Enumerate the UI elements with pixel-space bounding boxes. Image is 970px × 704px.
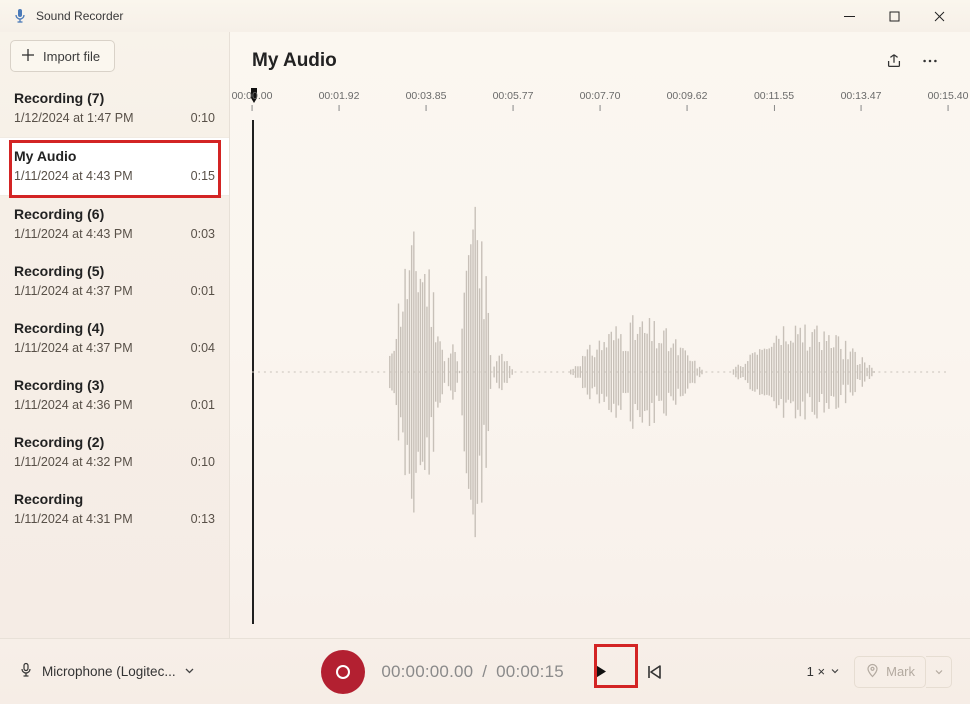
mark-dropdown-button[interactable] xyxy=(926,656,952,688)
recording-item-title: My Audio xyxy=(14,148,215,164)
recording-item-date: 1/11/2024 at 4:36 PM xyxy=(14,398,133,412)
recording-item-date: 1/11/2024 at 4:37 PM xyxy=(14,284,133,298)
waveform-area[interactable] xyxy=(252,120,948,624)
recording-item-date: 1/12/2024 at 1:47 PM xyxy=(14,111,134,125)
mark-button[interactable]: Mark xyxy=(854,656,926,688)
recording-item-duration: 0:15 xyxy=(191,169,215,183)
location-pin-icon xyxy=(865,663,880,681)
recording-item-title: Recording (7) xyxy=(14,90,215,106)
recording-item[interactable]: Recording (7) 1/12/2024 at 1:47 PM 0:10 xyxy=(0,80,229,137)
ruler-tick: 00:15.40 xyxy=(928,90,969,111)
player-toolbar: Microphone (Logitec... 00:00:00.00 / 00:… xyxy=(0,638,970,704)
playback-speed-button[interactable]: 1 × xyxy=(799,658,848,685)
recording-item-title: Recording xyxy=(14,491,215,507)
recording-item-title: Recording (2) xyxy=(14,434,215,450)
import-file-button[interactable]: Import file xyxy=(10,40,115,72)
recording-item[interactable]: Recording (2) 1/11/2024 at 4:32 PM 0:10 xyxy=(0,424,229,481)
recording-item[interactable]: My Audio 1/11/2024 at 4:43 PM 0:15 xyxy=(0,137,229,196)
ruler-tick: 00:13.47 xyxy=(841,90,882,111)
chevron-down-icon xyxy=(184,664,195,679)
recording-item-duration: 0:10 xyxy=(191,111,215,125)
record-icon xyxy=(336,665,350,679)
recording-item-date: 1/11/2024 at 4:32 PM xyxy=(14,455,133,469)
ruler-tick: 00:11.55 xyxy=(754,90,794,111)
recording-item-duration: 0:10 xyxy=(191,455,215,469)
time-separator: / xyxy=(482,662,487,681)
ruler-tick: 00:00.00 xyxy=(232,90,273,111)
recording-item-duration: 0:01 xyxy=(191,284,215,298)
window-maximize-button[interactable] xyxy=(872,0,917,32)
mic-label: Microphone (Logitec... xyxy=(42,664,176,679)
app-title: Sound Recorder xyxy=(36,9,123,23)
record-button[interactable] xyxy=(321,650,365,694)
recording-item-title: Recording (4) xyxy=(14,320,215,336)
recording-item[interactable]: Recording (3) 1/11/2024 at 4:36 PM 0:01 xyxy=(0,367,229,424)
microphone-icon xyxy=(18,662,34,681)
recording-item-duration: 0:01 xyxy=(191,398,215,412)
recording-item-date: 1/11/2024 at 4:43 PM xyxy=(14,227,133,241)
recording-title: My Audio xyxy=(252,50,337,72)
import-label: Import file xyxy=(43,49,100,64)
play-button[interactable] xyxy=(580,652,620,692)
mark-label: Mark xyxy=(886,664,915,679)
more-button[interactable] xyxy=(912,43,948,79)
recording-item-duration: 0:03 xyxy=(191,227,215,241)
ruler-tick: 00:03.85 xyxy=(406,90,447,111)
ruler-tick: 00:09.62 xyxy=(667,90,708,111)
recording-item-duration: 0:04 xyxy=(191,341,215,355)
titlebar: Sound Recorder xyxy=(0,0,970,32)
recording-item-date: 1/11/2024 at 4:31 PM xyxy=(14,512,133,526)
window-close-button[interactable] xyxy=(917,0,962,32)
recording-item[interactable]: Recording (4) 1/11/2024 at 4:37 PM 0:04 xyxy=(0,310,229,367)
time-display: 00:00:00.00 / 00:00:15 xyxy=(381,662,564,682)
recording-item-duration: 0:13 xyxy=(191,512,215,526)
elapsed-time: 00:00:00.00 xyxy=(381,662,473,681)
ruler-tick: 00:07.70 xyxy=(580,90,621,111)
skip-back-button[interactable] xyxy=(636,654,672,690)
window-minimize-button[interactable] xyxy=(827,0,872,32)
recording-item-date: 1/11/2024 at 4:37 PM xyxy=(14,341,133,355)
recording-item[interactable]: Recording (5) 1/11/2024 at 4:37 PM 0:01 xyxy=(0,253,229,310)
main-header: My Audio xyxy=(230,32,970,90)
ruler-tick: 00:01.92 xyxy=(319,90,360,111)
recordings-sidebar: Import file Recording (7) 1/12/2024 at 1… xyxy=(0,32,230,638)
recording-item-title: Recording (5) xyxy=(14,263,215,279)
app-icon xyxy=(12,8,28,24)
ruler-tick: 00:05.77 xyxy=(493,90,534,111)
total-time: 00:00:15 xyxy=(496,662,564,681)
recordings-list: Recording (7) 1/12/2024 at 1:47 PM 0:10 My… xyxy=(0,80,229,638)
recording-item[interactable]: Recording (6) 1/11/2024 at 4:43 PM 0:03 xyxy=(0,196,229,253)
timeline-ruler[interactable]: 00:00.0000:01.9200:03.8500:05.7700:07.70… xyxy=(252,90,948,120)
mic-selector[interactable]: Microphone (Logitec... xyxy=(18,662,195,681)
chevron-down-icon xyxy=(830,664,840,679)
main-panel: My Audio 00:00.00 00:01.92 00:03.85 00:05.7… xyxy=(230,32,970,638)
recording-item-title: Recording (6) xyxy=(14,206,215,222)
share-button[interactable] xyxy=(876,43,912,79)
speed-label: 1 × xyxy=(807,664,825,679)
recording-item-date: 1/11/2024 at 4:43 PM xyxy=(14,169,133,183)
plus-icon xyxy=(21,48,35,65)
recording-item[interactable]: Recording 1/11/2024 at 4:31 PM 0:13 xyxy=(0,481,229,538)
recording-item-title: Recording (3) xyxy=(14,377,215,393)
